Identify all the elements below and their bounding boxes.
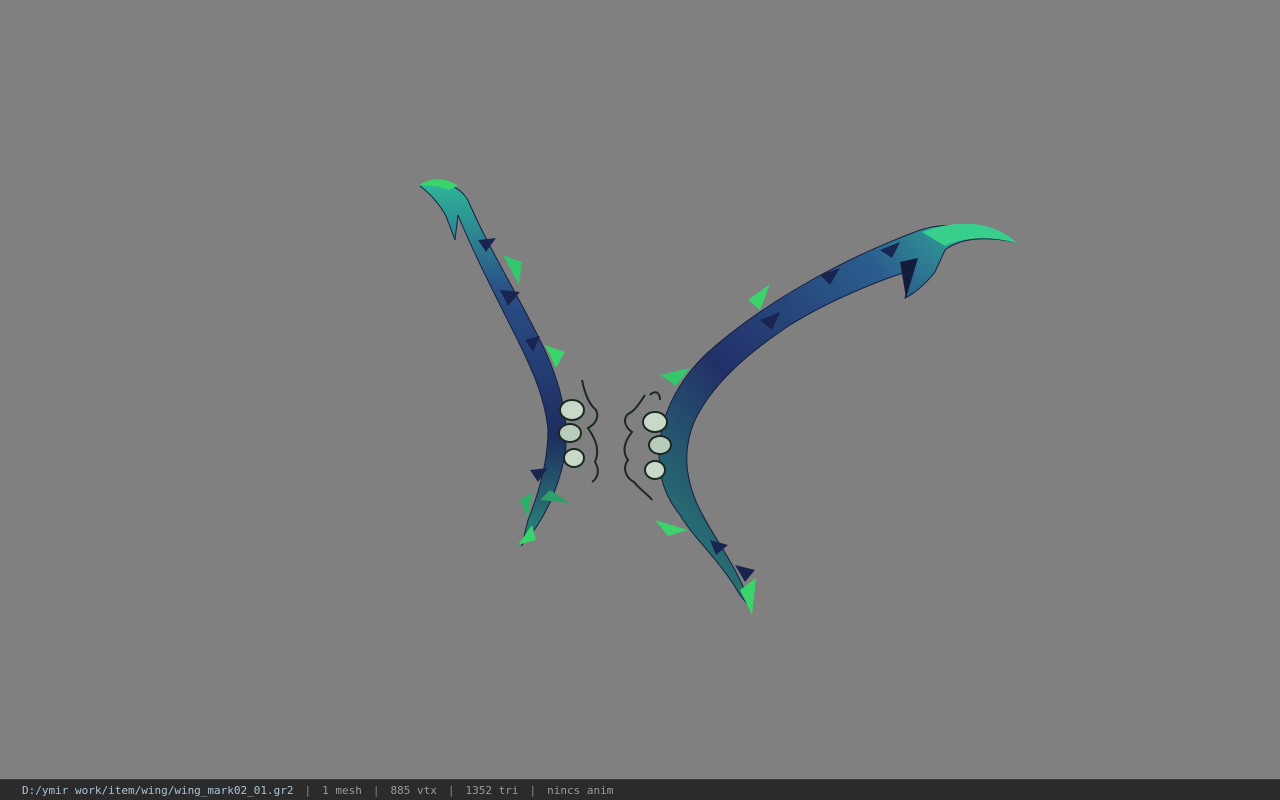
vertex-count: 885 vtx xyxy=(390,783,437,797)
status-bar: D:/ymir work/item/wing/wing_mark02_01.gr… xyxy=(0,779,1280,800)
separator: | xyxy=(529,783,537,797)
left-wing xyxy=(418,179,599,547)
mesh-count: 1 mesh xyxy=(322,783,362,797)
right-wing xyxy=(623,223,1017,615)
wing-model-render xyxy=(418,179,1017,615)
animation-status: nincs anim xyxy=(547,783,614,797)
3d-viewport[interactable] xyxy=(0,0,1280,779)
left-ornament xyxy=(558,379,599,483)
triangle-count: 1352 tri xyxy=(465,783,519,797)
file-path: D:/ymir work/item/wing/wing_mark02_01.gr… xyxy=(22,783,294,797)
separator: | xyxy=(447,783,455,797)
separator: | xyxy=(372,783,380,797)
separator: | xyxy=(304,783,312,797)
